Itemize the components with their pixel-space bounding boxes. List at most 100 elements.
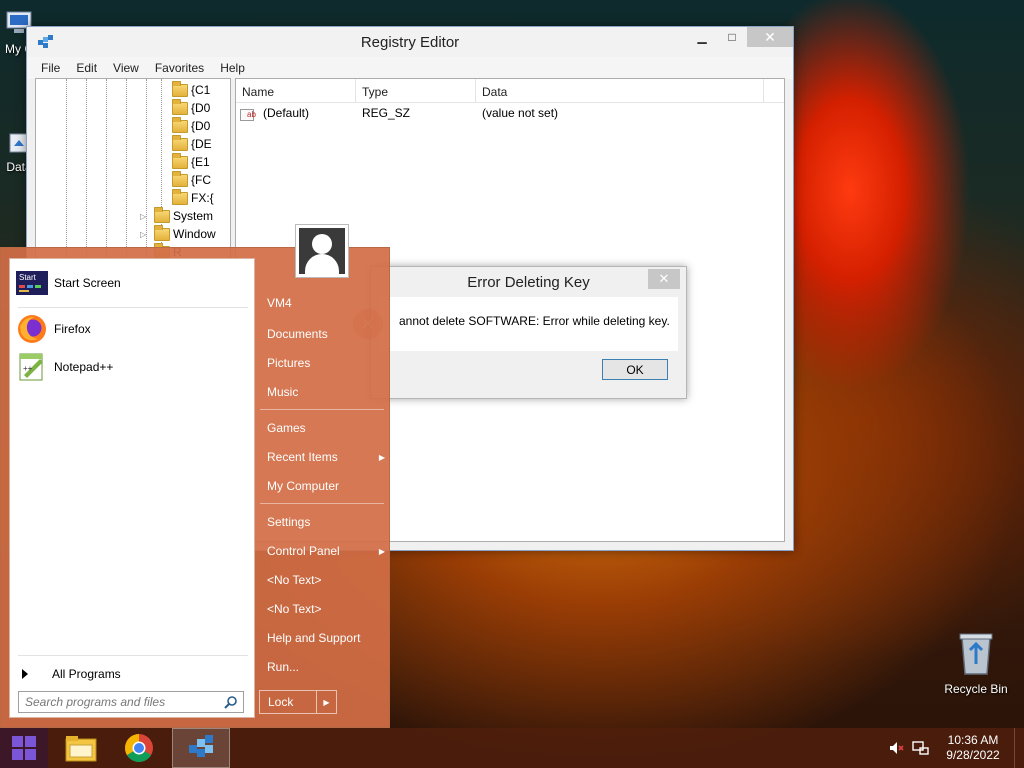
start-item-recent-items[interactable]: Recent Items ▶: [267, 450, 385, 464]
tree-node[interactable]: FX:{: [172, 188, 214, 207]
user-icon: [299, 228, 345, 274]
window-title: Registry Editor: [360, 33, 460, 51]
dialog-body: ✕ annot delete SOFTWARE: Error while del…: [353, 297, 678, 351]
desktop-icon-recycle-bin[interactable]: Recycle Bin: [936, 630, 1016, 696]
start-item-control-panel[interactable]: Control Panel ▶: [267, 544, 385, 558]
menu-edit[interactable]: Edit: [68, 61, 105, 75]
folder-icon: [172, 134, 188, 151]
folder-icon: [154, 206, 170, 223]
search-input[interactable]: Search programs and files: [18, 691, 244, 713]
search-icon[interactable]: [224, 695, 238, 709]
tree-node-system[interactable]: ▷ System: [140, 206, 213, 225]
folder-icon: [172, 170, 188, 187]
program-label: Firefox: [54, 322, 91, 336]
table-row[interactable]: ab (Default) REG_SZ (value not set): [236, 103, 784, 123]
start-item-help-and-support[interactable]: Help and Support: [267, 631, 385, 645]
list-header: Name Type Data: [236, 79, 784, 103]
tree-node[interactable]: {DE: [172, 134, 212, 153]
tree-node[interactable]: {D0: [172, 98, 210, 117]
chrome-icon: [125, 734, 153, 762]
menu-view[interactable]: View: [105, 61, 147, 75]
recycle-bin-icon: [959, 633, 993, 675]
error-dialog[interactable]: Error Deleting Key ✕ ✕ annot delete SOFT…: [353, 266, 687, 399]
dialog-title: Error Deleting Key: [467, 273, 590, 291]
program-notepadpp[interactable]: ++ Notepad++: [16, 351, 113, 383]
window-titlebar[interactable]: Registry Editor ▁ □ ✕: [27, 27, 793, 57]
system-tray: 10:36 AM 9/28/2022: [888, 728, 1024, 768]
clock[interactable]: 10:36 AM 9/28/2022: [938, 733, 1008, 763]
taskbar-file-explorer[interactable]: [56, 728, 106, 768]
clock-time: 10:36 AM: [947, 733, 999, 747]
start-item-music[interactable]: Music: [267, 385, 385, 399]
start-menu: Start Start Screen Firefox ++ Notepad++ …: [0, 224, 390, 728]
start-button[interactable]: [0, 728, 48, 768]
start-icon: [12, 736, 36, 760]
all-programs-label: All Programs: [52, 667, 121, 681]
user-avatar[interactable]: [295, 224, 349, 278]
volume-muted-icon[interactable]: [888, 740, 904, 756]
maximize-button[interactable]: □: [717, 27, 747, 47]
regedit-icon: [38, 35, 53, 48]
column-header-data[interactable]: Data: [476, 79, 764, 102]
start-screen-icon: Start: [16, 267, 48, 299]
tree-node[interactable]: {E1: [172, 152, 210, 171]
start-item-no-text-1[interactable]: <No Text>: [267, 573, 385, 587]
value-data: (value not set): [482, 106, 559, 120]
taskbar: 10:36 AM 9/28/2022: [0, 728, 1024, 768]
minimize-button[interactable]: ▁: [687, 27, 717, 47]
start-item-no-text-2[interactable]: <No Text>: [267, 602, 385, 616]
start-item-vm4[interactable]: VM4: [267, 296, 385, 310]
ok-button[interactable]: OK: [602, 359, 668, 380]
clock-date: 9/28/2022: [946, 748, 1000, 762]
start-item-my-computer[interactable]: My Computer: [267, 479, 385, 493]
folder-icon: [154, 224, 170, 241]
folder-icon: [172, 116, 188, 133]
tree-node[interactable]: {FC: [172, 170, 211, 189]
start-item-settings[interactable]: Settings: [267, 515, 385, 529]
notepadpp-icon: ++: [16, 351, 48, 383]
tree-node[interactable]: {D0: [172, 116, 210, 135]
folder-icon: [172, 98, 188, 115]
close-button[interactable]: ✕: [747, 27, 793, 47]
taskbar-registry-editor[interactable]: [172, 728, 230, 768]
folder-icon: [172, 152, 188, 169]
dialog-close-button[interactable]: ✕: [648, 269, 680, 289]
expand-arrow-icon[interactable]: ▷: [140, 212, 150, 221]
desktop-icon-label: Recycle Bin: [944, 682, 1008, 696]
triangle-right-icon: [22, 669, 28, 679]
file-explorer-icon: [65, 736, 97, 762]
start-item-games[interactable]: Games: [267, 421, 385, 435]
network-icon[interactable]: [912, 740, 930, 756]
menu-file[interactable]: File: [33, 61, 68, 75]
svg-text:Start: Start: [19, 273, 37, 282]
value-name: (Default): [263, 105, 310, 120]
start-item-run[interactable]: Run...: [267, 660, 385, 674]
taskbar-chrome[interactable]: [114, 728, 164, 768]
submenu-arrow-icon: ▶: [378, 452, 385, 462]
folder-icon: [172, 80, 188, 97]
submenu-arrow-icon: ▶: [378, 546, 385, 556]
column-header-type[interactable]: Type: [356, 79, 476, 102]
tree-node-windows[interactable]: ▷ Window: [140, 224, 216, 243]
firefox-icon: [16, 313, 48, 345]
column-header-name[interactable]: Name: [236, 79, 356, 102]
dialog-titlebar[interactable]: Error Deleting Key ✕: [371, 267, 686, 297]
tree-node[interactable]: {C1: [172, 80, 210, 99]
expand-arrow-icon[interactable]: ▷: [140, 230, 150, 239]
program-label: Notepad++: [54, 360, 114, 374]
menu-help[interactable]: Help: [212, 61, 253, 75]
program-label: Start Screen: [54, 276, 121, 290]
lock-button[interactable]: Lock ▶: [259, 690, 337, 714]
all-programs-button[interactable]: All Programs: [22, 667, 121, 681]
lock-options-arrow-icon[interactable]: ▶: [316, 691, 336, 713]
string-value-icon: ab: [240, 108, 256, 121]
show-desktop-button[interactable]: [1014, 728, 1024, 768]
svg-text:++: ++: [23, 364, 33, 373]
dialog-message: annot delete SOFTWARE: Error while delet…: [399, 314, 670, 328]
menu-favorites[interactable]: Favorites: [147, 61, 212, 75]
start-item-pictures[interactable]: Pictures: [267, 356, 385, 370]
program-firefox[interactable]: Firefox: [16, 313, 91, 345]
start-item-documents[interactable]: Documents: [267, 327, 385, 341]
regedit-icon: [189, 735, 213, 757]
program-start-screen[interactable]: Start Start Screen: [16, 267, 121, 299]
